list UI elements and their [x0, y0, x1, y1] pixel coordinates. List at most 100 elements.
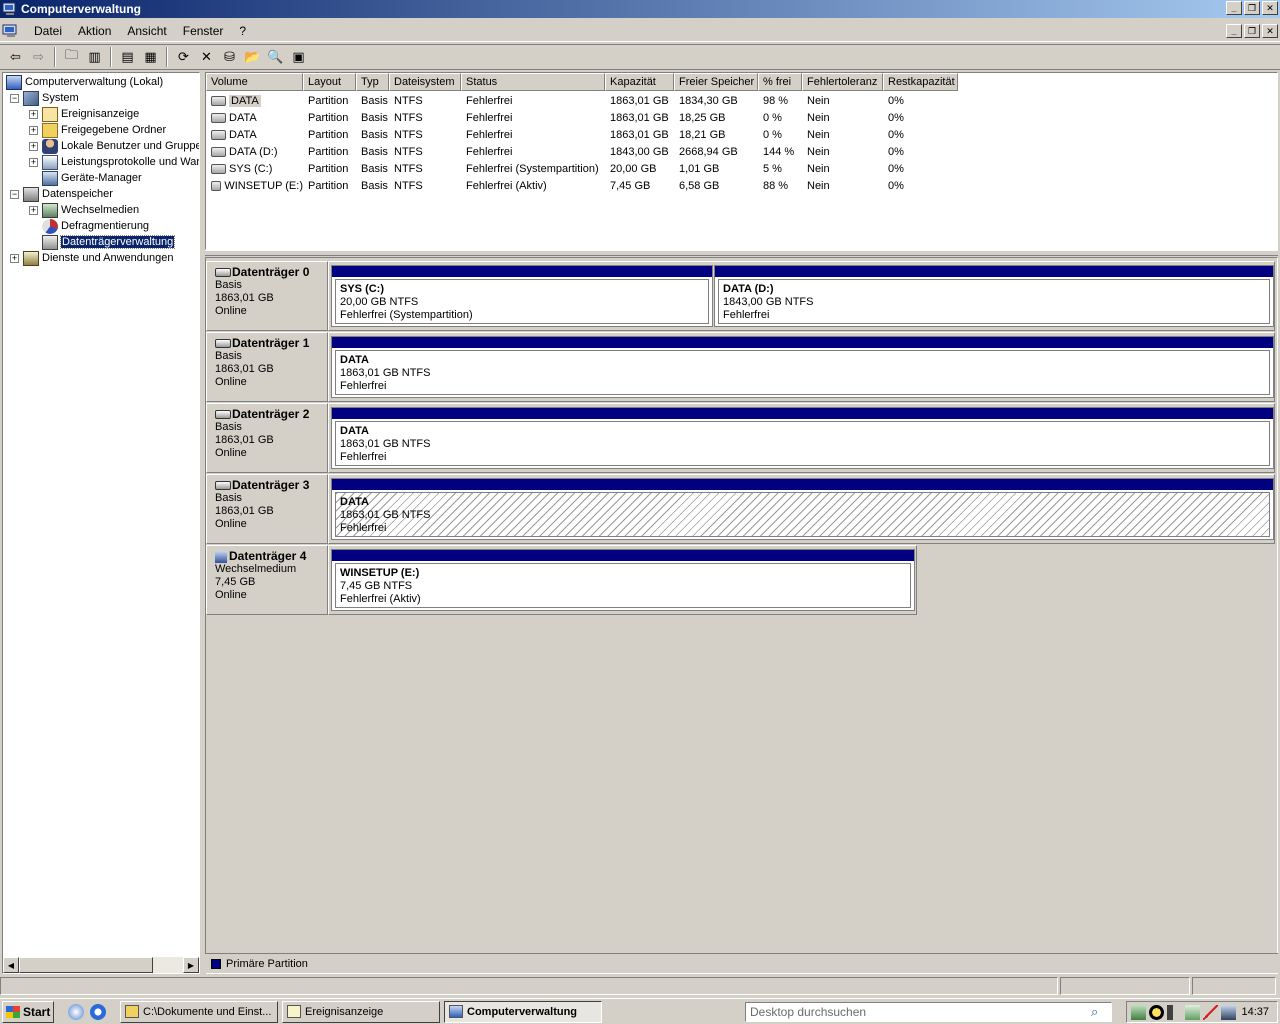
- column-prozent-frei[interactable]: % frei: [758, 73, 802, 91]
- partition-block[interactable]: WINSETUP (E:) 7,45 GB NTFS Fehlerfrei (Akt…: [331, 549, 915, 611]
- table-row[interactable]: DATA (D:) Partition Basis NTFS Fehlerfrei 184…: [206, 143, 958, 160]
- internet-explorer-icon[interactable]: [90, 1003, 106, 1020]
- table-row[interactable]: DATA Partition Basis NTFS Fehlerfrei 1863,01 …: [206, 126, 958, 143]
- disk-info[interactable]: Datenträger 4 Wechselmedium 7,45 GB Online: [206, 545, 328, 615]
- tree-root[interactable]: Computerverwaltung (Lokal): [6, 74, 163, 90]
- menu-datei[interactable]: Datei: [26, 24, 70, 38]
- taskbar-button-explorer[interactable]: C:\Dokumente und Einst...: [120, 1000, 278, 1023]
- back-icon[interactable]: ⇦: [4, 46, 27, 68]
- forward-icon[interactable]: ⇨: [27, 46, 50, 68]
- network-icon[interactable]: [1131, 1004, 1146, 1020]
- disk-info[interactable]: Datenträger 2 Basis 1863,01 GB Online: [206, 403, 328, 473]
- tree-item-disk-management[interactable]: Datenträgerverwaltung: [42, 234, 176, 250]
- disk-info[interactable]: Datenträger 1 Basis 1863,01 GB Online: [206, 332, 328, 402]
- tree-item-system[interactable]: − System: [10, 90, 79, 106]
- display-icon[interactable]: [1221, 1004, 1236, 1020]
- show-tree-icon[interactable]: ▥: [83, 46, 106, 68]
- pane-splitter[interactable]: [205, 250, 1278, 256]
- child-restore-button[interactable]: ❐: [1244, 24, 1260, 38]
- column-volume[interactable]: Volume: [206, 73, 303, 91]
- show-desktop-icon[interactable]: [68, 1003, 84, 1020]
- column-status[interactable]: Status: [461, 73, 605, 91]
- tree-horizontal-scrollbar[interactable]: ◀ ▶: [3, 957, 199, 973]
- cell-prozent-frei: 98 %: [763, 94, 789, 107]
- tree-item-services[interactable]: + Dienste und Anwendungen: [10, 250, 174, 266]
- expand-icon[interactable]: +: [29, 205, 38, 215]
- menu-ansicht[interactable]: Ansicht: [119, 24, 174, 38]
- table-row[interactable]: SYS (C:) Partition Basis NTFS Fehlerfrei (Sy…: [206, 160, 958, 177]
- tree-item-removable-media[interactable]: + Wechselmedien: [29, 202, 139, 218]
- disk-properties-icon[interactable]: ⛁: [218, 46, 241, 68]
- column-fehlertoleranz[interactable]: Fehlertoleranz: [802, 73, 883, 91]
- collapse-icon[interactable]: −: [10, 189, 19, 199]
- cell-volume: SYS (C:): [206, 163, 303, 175]
- expand-icon[interactable]: +: [29, 157, 38, 167]
- disk-info[interactable]: Datenträger 0 Basis 1863,01 GB Online: [206, 261, 328, 331]
- primary-partition-bar: [332, 337, 1273, 348]
- mmc-document-icon[interactable]: [2, 23, 20, 39]
- disk-row: Datenträger 0 Basis 1863,01 GB Online SYS (C…: [206, 261, 1277, 331]
- search-icon[interactable]: 🔍: [264, 46, 287, 68]
- column-kapazitaet[interactable]: Kapazität: [605, 73, 674, 91]
- close-button[interactable]: ✕: [1262, 1, 1278, 15]
- delete-icon[interactable]: ✕: [195, 46, 218, 68]
- column-layout[interactable]: Layout: [303, 73, 356, 91]
- expand-icon[interactable]: +: [29, 141, 38, 151]
- collapse-icon[interactable]: −: [10, 93, 19, 103]
- tree-item-defrag[interactable]: Defragmentierung: [42, 218, 149, 234]
- tree-item-shared-folders[interactable]: + Freigegebene Ordner: [29, 122, 166, 138]
- menu-help[interactable]: ?: [231, 24, 254, 38]
- maximize-button[interactable]: ❐: [1244, 1, 1260, 15]
- cell-fehlertoleranz: Nein: [807, 128, 830, 141]
- tree-item-device-manager[interactable]: Geräte-Manager: [42, 170, 142, 186]
- child-minimize-button[interactable]: _: [1226, 24, 1242, 38]
- tree-item-ereignisanzeige[interactable]: + Ereignisanzeige: [29, 106, 139, 122]
- start-button[interactable]: Start: [2, 1000, 54, 1023]
- expand-icon[interactable]: +: [29, 125, 38, 135]
- expand-icon[interactable]: +: [29, 109, 38, 119]
- minimize-button[interactable]: _: [1226, 1, 1242, 15]
- scroll-left-icon[interactable]: ◀: [3, 957, 19, 973]
- tree-item-local-users[interactable]: + Lokale Benutzer und Gruppe: [29, 138, 199, 154]
- table-row[interactable]: DATA Partition Basis NTFS Fehlerfrei 1863,01 …: [206, 92, 958, 109]
- scroll-right-icon[interactable]: ▶: [183, 957, 199, 973]
- volume-icon[interactable]: [1167, 1004, 1182, 1020]
- partition-block[interactable]: DATA (D:) 1843,00 GB NTFS Fehlerfrei: [714, 265, 1274, 327]
- cell-volume: WINSETUP (E:): [206, 180, 303, 192]
- column-typ[interactable]: Typ: [356, 73, 389, 91]
- refresh-icon[interactable]: ⟳: [172, 46, 195, 68]
- partition-block[interactable]: DATA 1863,01 GB NTFS Fehlerfrei: [331, 478, 1274, 540]
- search-icon[interactable]: ⌕: [1091, 1004, 1108, 1020]
- partition-block[interactable]: DATA 1863,01 GB NTFS Fehlerfrei: [331, 336, 1274, 398]
- column-freier-speicher[interactable]: Freier Speicher: [674, 73, 758, 91]
- disk-info[interactable]: Datenträger 3 Basis 1863,01 GB Online: [206, 474, 328, 544]
- taskbar-button-event-viewer[interactable]: Ereignisanzeige: [282, 1000, 440, 1023]
- partition-block[interactable]: SYS (C:) 20,00 GB NTFS Fehlerfrei (Systemp…: [331, 265, 713, 327]
- desktop-search-input[interactable]: Desktop durchsuchen ⌕: [745, 1002, 1112, 1022]
- expand-icon[interactable]: +: [10, 253, 19, 263]
- table-row[interactable]: DATA Partition Basis NTFS Fehlerfrei 1863,01 …: [206, 109, 958, 126]
- open-folder-icon[interactable]: 📂: [241, 46, 264, 68]
- partition-block[interactable]: DATA 1863,01 GB NTFS Fehlerfrei: [331, 407, 1274, 469]
- table-row[interactable]: WINSETUP (E:) Partition Basis NTFS Fehlerfre…: [206, 177, 958, 194]
- scroll-thumb[interactable]: [19, 957, 153, 973]
- taskbar-button-computer-management[interactable]: Computerverwaltung: [444, 1000, 602, 1023]
- security-icon[interactable]: [1149, 1004, 1164, 1020]
- column-dateisystem[interactable]: Dateisystem: [389, 73, 461, 91]
- menu-fenster[interactable]: Fenster: [175, 24, 232, 38]
- safely-remove-icon[interactable]: [1185, 1004, 1200, 1020]
- tree-item-datenspeicher[interactable]: − Datenspeicher: [10, 186, 113, 202]
- users-icon: [42, 138, 58, 154]
- child-close-button[interactable]: ✕: [1262, 24, 1278, 38]
- cell-fehlertoleranz: Nein: [807, 111, 830, 124]
- column-restkapazitaet[interactable]: Restkapazität: [883, 73, 958, 91]
- help-icon[interactable]: ▦: [139, 46, 162, 68]
- properties-icon[interactable]: ▤: [116, 46, 139, 68]
- network-disconnected-icon[interactable]: [1203, 1004, 1218, 1020]
- primary-partition-bar: [332, 266, 712, 277]
- up-folder-icon[interactable]: 🗀: [60, 46, 83, 68]
- tree-item-performance-logs[interactable]: + Leistungsprotokolle und War: [29, 154, 199, 170]
- disk-row: Datenträger 1 Basis 1863,01 GB Online DATA 18…: [206, 332, 1277, 402]
- settings-icon[interactable]: ▣: [287, 46, 310, 68]
- menu-aktion[interactable]: Aktion: [70, 24, 119, 38]
